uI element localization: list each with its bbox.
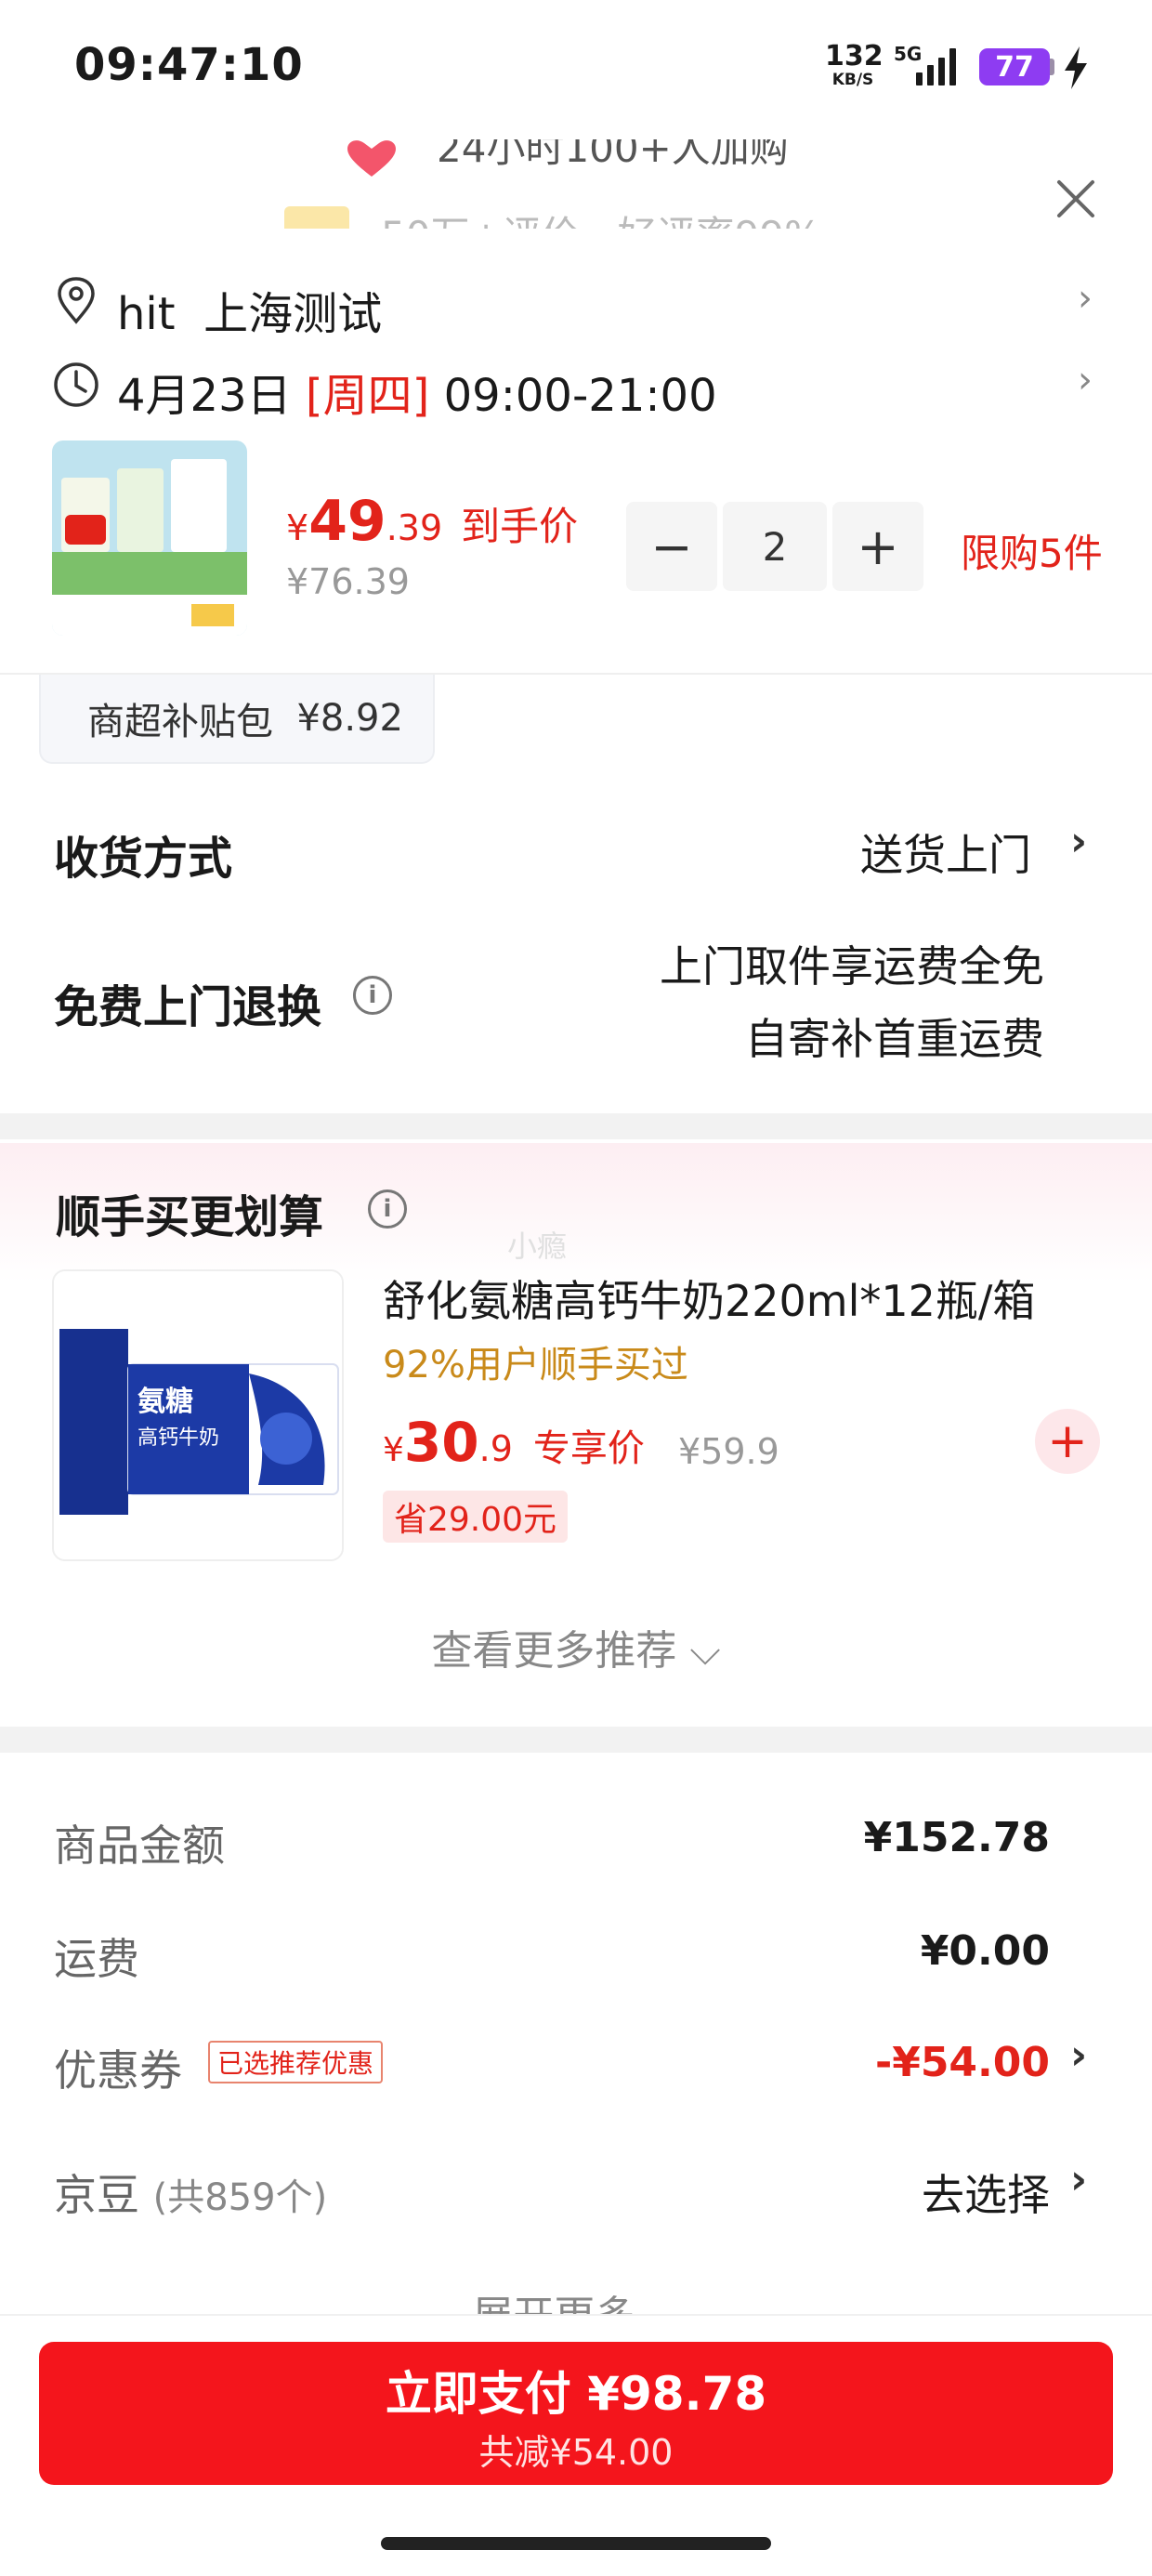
price-currency: ¥	[286, 507, 309, 548]
product-price: ¥49.39 到手价	[286, 489, 578, 554]
coupon-chevron-icon[interactable]: ›	[1070, 2031, 1087, 2079]
delivery-date: 4月23日	[117, 370, 292, 422]
recommend-info-icon[interactable]: i	[368, 1189, 407, 1229]
ticker-text-1: 24小时100+人加购	[437, 139, 789, 171]
recommend-product-price: ¥30.9 专享价	[383, 1411, 645, 1474]
goods-amount-value: ¥152.78	[863, 1814, 1050, 1861]
address-name: hit	[117, 288, 176, 340]
signal-icon	[916, 48, 956, 85]
jd-beans-count: (共859个)	[152, 2176, 328, 2219]
ticker-text-2: 50万+评价 · 好评率99%	[381, 204, 821, 229]
add-to-order-button[interactable]: +	[1035, 1409, 1100, 1474]
address-location: 上海测试	[203, 288, 383, 340]
pay-now-button[interactable]: 立即支付 ¥98.78 共减¥54.00	[39, 2342, 1113, 2485]
network-speed: 132 KB/S	[825, 40, 884, 89]
subsidy-label: 商超补贴包	[87, 701, 273, 743]
coupon-label: 优惠券	[54, 2045, 182, 2096]
recommend-image-text-bottom: 高钙牛奶	[137, 1426, 219, 1450]
address-chevron-icon: ›	[1078, 277, 1093, 320]
status-bar: 09:47:10 132 KB/S 5G 77	[0, 0, 1152, 139]
freight-label: 运费	[54, 1934, 139, 1984]
delivery-window: 09:00-21:00	[443, 370, 717, 422]
view-more-recommendations[interactable]: 查看更多推荐 ⌵	[0, 1617, 1152, 1676]
coupon-value[interactable]: -¥54.00	[875, 2039, 1050, 2086]
delivery-method-label: 收货方式	[54, 833, 233, 885]
price-label: 到手价	[461, 504, 579, 549]
home-indicator[interactable]	[381, 2537, 771, 2550]
battery-tip	[1050, 59, 1054, 75]
recommend-product-name[interactable]: 舒化氨糖高钙牛奶220ml*12瓶/箱	[383, 1268, 1035, 1329]
section-gap	[0, 1727, 1152, 1753]
quantity-stepper: − 2 +	[626, 502, 923, 591]
product-thumbnail	[52, 440, 247, 636]
address-text: hit 上海测试	[117, 277, 382, 342]
delivery-time-text: 4月23日 [周四] 09:00-21:00	[117, 359, 717, 424]
delivery-time-chevron-icon: ›	[1078, 359, 1093, 401]
social-proof-ticker: 24小时100+人加购 50万+评价 · 好评率99%	[279, 139, 929, 229]
recommend-product-subtext: 92%用户顺手买过	[383, 1344, 688, 1387]
price-integer: 49	[308, 489, 386, 554]
return-info-icon[interactable]: i	[353, 976, 392, 1015]
charging-icon	[1065, 46, 1087, 89]
delivery-weekday: [周四]	[305, 370, 430, 422]
recommend-original-price: ¥59.9	[678, 1431, 779, 1472]
battery-icon: 77	[979, 48, 1050, 85]
pay-discount-total: 共减¥54.00	[478, 2432, 674, 2473]
purchase-limit: 限购5件	[961, 531, 1103, 576]
network-speed-unit: KB/S	[831, 71, 874, 89]
watermark: 小瘾	[507, 1229, 568, 1264]
jd-beans-title: 京豆	[54, 2170, 139, 2220]
freight-value: ¥0.00	[920, 1927, 1050, 1975]
clock-icon	[54, 362, 98, 407]
quantity-value[interactable]: 2	[723, 502, 827, 591]
product-image[interactable]	[52, 440, 247, 636]
delivery-method-chevron-icon[interactable]: ›	[1070, 818, 1087, 865]
delivery-method-value[interactable]: 送货上门	[860, 821, 1031, 883]
recommend-image-text-top: 氨糖	[137, 1386, 193, 1418]
original-price: ¥76.39	[286, 561, 410, 602]
price-decimal: .39	[386, 507, 443, 548]
section-gap	[0, 1113, 1152, 1139]
rating-icon	[284, 206, 349, 229]
status-time: 09:47:10	[74, 39, 304, 91]
decrease-quantity-button[interactable]: −	[626, 502, 717, 591]
jd-beans-select[interactable]: 去选择	[922, 2162, 1050, 2223]
location-pin-icon	[58, 277, 95, 324]
return-service-label: 免费上门退换	[54, 981, 322, 1033]
network-speed-value: 132	[825, 40, 884, 72]
jd-beans-label: 京豆 (共859个)	[54, 2162, 327, 2223]
recommend-price-currency: ¥	[383, 1431, 404, 1469]
recommend-product-image[interactable]: 氨糖 高钙牛奶	[52, 1269, 344, 1561]
jd-beans-chevron-icon[interactable]: ›	[1070, 2156, 1087, 2203]
pay-now-label: 立即支付 ¥98.78	[385, 2367, 767, 2421]
return-service-line1: 上门取件享运费全免	[660, 941, 1044, 992]
return-service-line2: 自寄补首重运费	[745, 1014, 1044, 1064]
recommend-save-badge: 省29.00元	[383, 1491, 569, 1543]
increase-quantity-button[interactable]: +	[832, 502, 923, 591]
subsidy-amount: ¥8.92	[296, 697, 403, 740]
recommend-price-decimal: .9	[478, 1428, 513, 1469]
subsidy-badge: 商超补贴包 ¥8.92	[39, 675, 435, 764]
recommend-price-label: 专享价	[532, 1427, 645, 1470]
goods-amount-label: 商品金额	[54, 1820, 225, 1871]
recommend-title: 顺手买更划算	[56, 1191, 324, 1243]
recommend-price-integer: 30	[403, 1411, 479, 1474]
recommend-thumbnail: 氨糖 高钙牛奶	[54, 1271, 342, 1559]
coupon-recommended-tag: 已选推荐优惠	[208, 2041, 384, 2083]
close-icon[interactable]	[1050, 173, 1102, 225]
heart-icon	[347, 140, 396, 177]
